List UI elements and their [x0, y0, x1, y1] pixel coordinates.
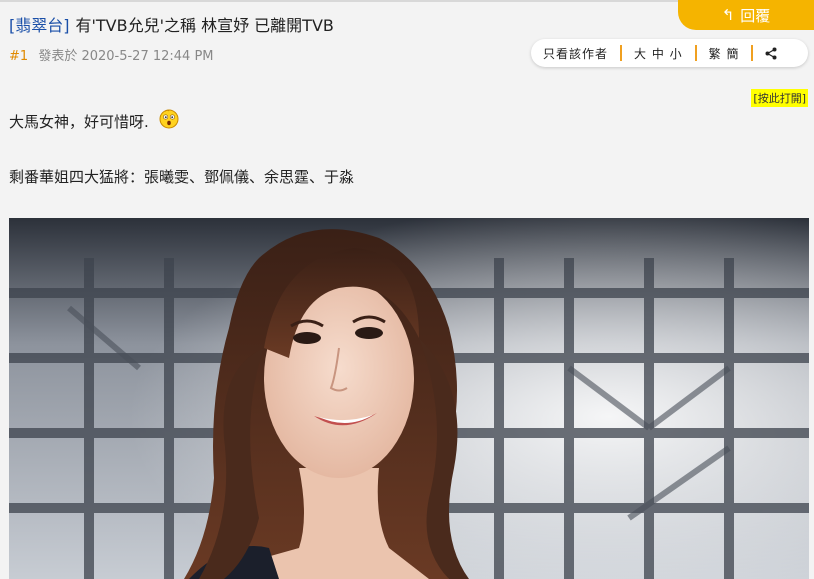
author-only-button[interactable]: 只看該作者 [531, 45, 620, 62]
surprised-emoji-icon [159, 109, 179, 128]
expand-link[interactable]: [按此打開] [751, 89, 808, 107]
post-text-line-2: 剩番華姐四大猛將：張曦雯、鄧佩儀、余思霆、于淼 [9, 168, 355, 186]
forum-tag-link[interactable]: [翡翠台] [9, 16, 70, 35]
reply-arrow-icon: ↰ [721, 6, 735, 24]
font-size-selector[interactable]: 大 中 小 [622, 45, 695, 62]
post-photo[interactable] [9, 218, 809, 579]
post-toolbar: 只看該作者 大 中 小 繁 簡 [531, 39, 808, 67]
reply-button[interactable]: ↰ 回覆 [678, 0, 814, 30]
post-timestamp: 發表於 2020-5-27 12:44 PM [38, 49, 214, 64]
reply-label: 回覆 [740, 6, 771, 25]
post-text-line-1: 大馬女神，好可惜呀. [9, 109, 179, 132]
portrait-photo-image [9, 218, 809, 579]
trad-simp-toggle[interactable]: 繁 簡 [697, 45, 752, 62]
thread-title-text: 有'TVB允兒'之稱 林宣妤 已離開TVB [75, 16, 334, 35]
post-meta: #1 發表於 2020-5-27 12:44 PM [9, 45, 214, 64]
floor-number[interactable]: #1 [9, 49, 28, 64]
forum-post-page: ↰ 回覆 [翡翠台] 有'TVB允兒'之稱 林宣妤 已離開TVB #1 發表於 2… [0, 0, 814, 579]
thread-title: [翡翠台] 有'TVB允兒'之稱 林宣妤 已離開TVB [9, 12, 334, 36]
share-icon[interactable] [753, 47, 791, 60]
post-line-1-text: 大馬女神，好可惜呀. [9, 113, 149, 131]
